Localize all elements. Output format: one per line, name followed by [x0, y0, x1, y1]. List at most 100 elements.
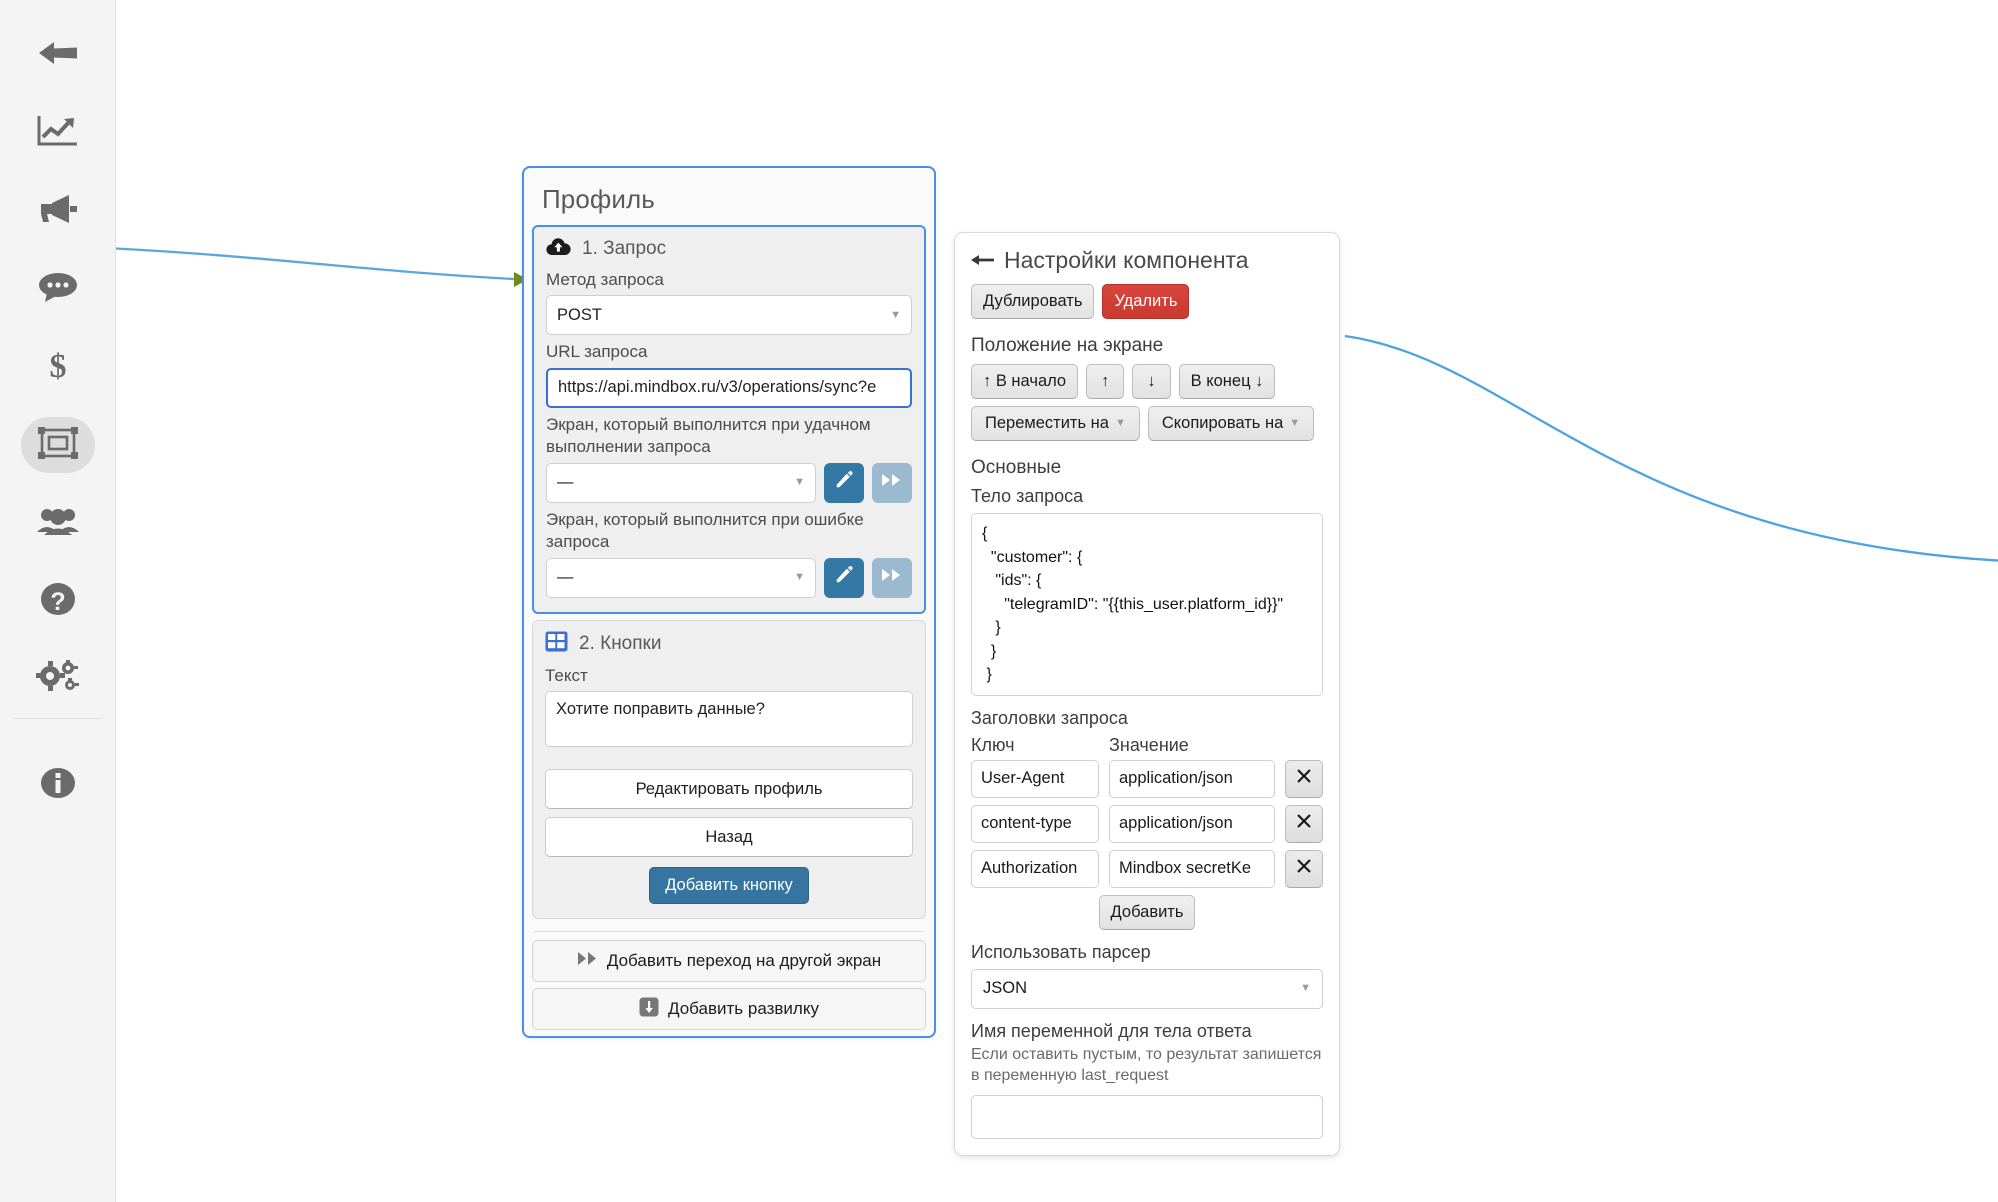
sidebar-item-screens[interactable]	[0, 408, 116, 482]
sidebar-item-info[interactable]	[0, 748, 116, 822]
buttons-text-value: Хотите поправить данные?	[556, 700, 765, 719]
sidebar-item-help[interactable]: ?	[0, 564, 116, 638]
chevron-down-icon: ▼	[1300, 982, 1311, 995]
remove-header-button[interactable]	[1285, 759, 1323, 798]
method-select[interactable]: POST ▼	[546, 295, 912, 336]
move-to-start-button[interactable]: ↑ В начало	[971, 364, 1079, 399]
add-button-label: Добавить кнопку	[665, 876, 793, 895]
url-input[interactable]: https://api.mindbox.ru/v3/operations/syn…	[546, 367, 912, 408]
url-input-value: https://api.mindbox.ru/v3/operations/syn…	[558, 378, 877, 397]
sidebar-item-back[interactable]	[0, 18, 116, 92]
request-body-textarea[interactable]: { "customer": { "ids": { "telegramID": "…	[971, 513, 1323, 696]
sidebar-item-users[interactable]	[0, 486, 116, 560]
add-transition-label: Добавить переход на другой экран	[606, 951, 882, 971]
add-header-button[interactable]: Добавить	[1098, 894, 1196, 930]
settings-title: Настройки компонента	[1004, 247, 1249, 273]
close-icon	[1295, 767, 1313, 790]
close-icon	[1295, 857, 1313, 880]
screen-card[interactable]: Профиль 1. Запрос Метод запроса POST ▼ U…	[522, 166, 936, 1039]
move-to-select-label: Переместить на	[985, 414, 1109, 432]
screen-button-label: Редактировать профиль	[635, 779, 823, 798]
remove-header-button[interactable]	[1285, 804, 1323, 843]
method-label: Метод запроса	[546, 270, 664, 289]
block-request[interactable]: 1. Запрос Метод запроса POST ▼ URL запро…	[532, 225, 926, 614]
move-to-end-button[interactable]: В конец ↓	[1178, 364, 1276, 399]
position-buttons-row: ↑ В начало ↑ ↓ В конец ↓	[971, 364, 1323, 399]
chevron-down-icon: ▼	[794, 571, 805, 584]
duplicate-button[interactable]: Дублировать	[971, 284, 1095, 319]
goto-error-screen-button[interactable]	[872, 557, 912, 598]
remove-header-button[interactable]	[1285, 849, 1323, 888]
add-button[interactable]: Добавить кнопку	[649, 867, 809, 905]
parser-select-value: JSON	[983, 979, 1028, 998]
close-icon	[1295, 812, 1313, 835]
copy-to-select[interactable]: Скопировать на ▼	[1147, 406, 1315, 441]
move-up-button[interactable]: ↑	[1086, 364, 1125, 399]
add-header-row: Добавить	[971, 894, 1323, 930]
header-value-input[interactable]: application/json	[1109, 804, 1275, 843]
chevron-down-icon: ▼	[890, 308, 901, 321]
screen-button-back[interactable]: Назад	[545, 817, 913, 858]
chevron-down-icon: ▼	[1289, 417, 1301, 429]
table-row: User-Agent application/json	[971, 759, 1323, 798]
grid-icon	[545, 631, 568, 657]
question-icon: ?	[38, 580, 78, 623]
rail-divider	[14, 718, 102, 719]
parser-label: Использовать парсер	[971, 941, 1151, 962]
edit-success-screen-button[interactable]	[824, 462, 864, 503]
component-settings-panel[interactable]: Настройки компонента Дублировать Удалить…	[954, 232, 1340, 1156]
parser-select[interactable]: JSON ▼	[971, 968, 1323, 1009]
page-title: Профиль	[542, 184, 655, 214]
users-icon	[36, 504, 80, 543]
headers-key-column-label: Ключ	[971, 734, 1015, 755]
header-value-value: application/json	[1119, 769, 1233, 788]
buttons-text-input[interactable]: Хотите поправить данные?	[545, 691, 913, 748]
copy-to-select-label: Скопировать на	[1161, 414, 1284, 432]
move-down-button[interactable]: ↓	[1132, 364, 1171, 399]
headers-value-column-label: Значение	[1109, 734, 1189, 755]
header-value-input[interactable]: application/json	[1109, 759, 1275, 798]
position-section-label: Положение на экране	[971, 335, 1164, 356]
success-screen-value: —	[557, 473, 574, 492]
svg-text:?: ?	[50, 588, 65, 616]
move-to-select[interactable]: Переместить на ▼	[971, 406, 1140, 441]
delete-button[interactable]: Удалить	[1102, 284, 1190, 319]
url-label: URL запроса	[546, 342, 648, 362]
error-screen-select[interactable]: — ▼	[546, 557, 816, 598]
header-key-input[interactable]: User-Agent	[971, 759, 1099, 798]
block-buttons[interactable]: 2. Кнопки Текст Хотите поправить данные?…	[532, 619, 926, 920]
sidebar-item-broadcast[interactable]	[0, 174, 116, 248]
success-screen-row: — ▼	[546, 462, 912, 503]
error-screen-value: —	[557, 568, 574, 587]
chevron-down-icon: ▼	[1114, 417, 1126, 429]
fast-forward-icon	[881, 567, 903, 588]
sidebar-item-billing[interactable]: $	[0, 330, 116, 404]
error-screen-label: Экран, который выполнится при ошибке зап…	[546, 509, 864, 552]
sidebar-item-analytics[interactable]	[0, 96, 116, 170]
add-header-label: Добавить	[1110, 902, 1184, 921]
edit-error-screen-button[interactable]	[824, 557, 864, 598]
screen-button-edit-profile[interactable]: Редактировать профиль	[545, 769, 913, 810]
add-transition-button[interactable]: Добавить переход на другой экран	[532, 940, 926, 983]
move-down-label: ↓	[1147, 372, 1156, 390]
success-screen-label: Экран, который выполнится при удачном вы…	[546, 414, 871, 457]
move-to-end-label: В конец ↓	[1190, 372, 1264, 390]
sidebar-item-messages[interactable]	[0, 252, 116, 326]
success-screen-select[interactable]: — ▼	[546, 462, 816, 503]
header-key-input[interactable]: Authorization	[971, 849, 1099, 888]
add-branch-button[interactable]: Добавить развилку	[532, 988, 926, 1031]
header-value-input[interactable]: Mindbox secretKe	[1109, 849, 1275, 888]
fast-forward-icon	[577, 951, 598, 971]
response-var-input[interactable]	[971, 1094, 1323, 1139]
back-arrow-icon[interactable]	[971, 247, 995, 274]
move-up-label: ↑	[1101, 372, 1110, 390]
header-key-input[interactable]: content-type	[971, 804, 1099, 843]
basic-section-label: Основные	[971, 457, 1062, 478]
headers-column-labels: Ключ Значение	[971, 735, 1323, 756]
move-to-start-label: ↑ В начало	[983, 372, 1067, 390]
pencil-icon	[834, 565, 854, 590]
sidebar-item-settings[interactable]	[0, 642, 116, 716]
flow-canvas[interactable]: Профиль 1. Запрос Метод запроса POST ▼ U…	[116, 0, 1998, 1202]
header-key-value: content-type	[981, 814, 1072, 833]
goto-success-screen-button[interactable]	[872, 462, 912, 503]
